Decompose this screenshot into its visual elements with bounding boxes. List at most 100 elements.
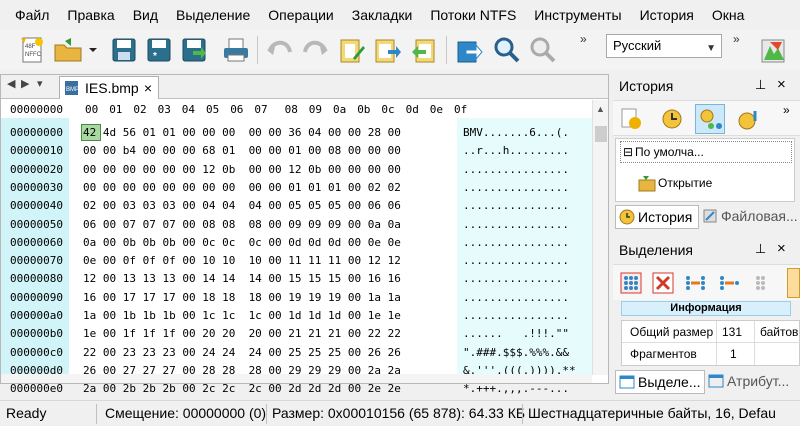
tab-scroll-left-icon[interactable]: ◀ xyxy=(7,77,15,90)
delete-selection-icon[interactable] xyxy=(651,271,675,295)
scroll-up-icon[interactable]: ▲ xyxy=(596,104,605,114)
hex-row[interactable]: 00000050 06 00 07 07 07 00 08 08 08 00 09… xyxy=(1,216,592,233)
column-header: 00000000 00 01 02 03 04 05 06 07 08 09 0a 0b 0c 0d 0e 0… xyxy=(1,100,608,118)
map-button[interactable] xyxy=(758,33,790,67)
tab-ies-bmp[interactable]: BMP IES.bmp × xyxy=(59,76,159,99)
history-tree-root-label: По умолча... xyxy=(635,145,704,159)
hex-row[interactable]: 00000030 00 00 00 00 00 00 00 00 00 00 01… xyxy=(1,179,592,196)
new-file-icon: 48F NFFC xyxy=(21,37,43,63)
paste-button[interactable] xyxy=(372,33,404,67)
row-ascii: ................ xyxy=(463,180,569,194)
history-tree-toggle[interactable] xyxy=(695,104,725,134)
status-separator xyxy=(96,404,97,424)
history-tree-item[interactable]: Открытие xyxy=(638,173,712,193)
row-ascii: ".###.$$$.%%%.&& xyxy=(463,345,569,359)
tab-selections[interactable]: Выделе... xyxy=(615,370,705,394)
print-button[interactable] xyxy=(220,33,252,67)
redo-icon xyxy=(303,40,328,55)
menu-windows[interactable]: Окна xyxy=(703,0,754,30)
hex-row[interactable]: 000000c0 22 00 23 23 23 00 24 24 24 00 25… xyxy=(1,344,592,361)
tab-label: IES.bmp xyxy=(85,80,139,96)
menu-operations[interactable]: Операции xyxy=(259,0,343,30)
selection-merge-icon[interactable] xyxy=(717,271,743,295)
row-ascii: ................ xyxy=(463,235,569,249)
selection-move-icon[interactable] xyxy=(683,271,709,295)
menu-view[interactable]: Вид xyxy=(124,0,167,30)
hex-row[interactable]: 00000080 12 00 13 13 13 00 14 14 14 00 15… xyxy=(1,270,592,287)
menu-edit[interactable]: Правка xyxy=(58,0,123,30)
column-label: 0b xyxy=(357,103,371,116)
pin-icon[interactable]: ⊥ xyxy=(755,241,766,257)
redo-button[interactable] xyxy=(299,33,331,67)
tab-file-view[interactable]: Файловая... xyxy=(699,205,799,229)
hex-row[interactable]: 00000040 02 00 03 03 03 00 04 04 04 00 05… xyxy=(1,197,592,214)
close-tab-icon[interactable]: × xyxy=(144,77,152,99)
open-file-button[interactable] xyxy=(52,33,84,67)
paste-icon xyxy=(375,39,401,63)
column-label: 00 xyxy=(85,103,99,116)
tab-attributes[interactable]: Атрибут... xyxy=(705,370,800,394)
hex-row[interactable]: 00000000 42 4d 56 01 01 00 00 00 00 00 36… xyxy=(1,124,592,141)
pin-icon[interactable]: ⊥ xyxy=(755,77,766,93)
scrollbar-thumb[interactable] xyxy=(595,126,607,142)
export-button[interactable] xyxy=(454,33,486,67)
menu-selection[interactable]: Выделение xyxy=(167,0,259,30)
history-toolbar-overflow-icon[interactable]: » xyxy=(783,103,790,117)
edit-clipboard-button[interactable] xyxy=(336,33,368,67)
tab-scroll-right-icon[interactable]: ▶ xyxy=(21,77,29,90)
menu-tools[interactable]: Инструменты xyxy=(525,0,630,30)
toolbar-overflow-icon-2[interactable]: » xyxy=(733,32,740,46)
copy-to-button[interactable] xyxy=(408,33,440,67)
history-tree-root[interactable]: ⊟ По умолча... xyxy=(620,141,792,163)
undo-button[interactable] xyxy=(264,33,296,67)
language-select[interactable]: Русский ▼ xyxy=(606,34,722,58)
save-all-button[interactable]: * xyxy=(143,33,175,67)
selection-panel: Выделения ⊥ × Информация Общий размер 13… xyxy=(613,238,800,396)
row-offset: 000000b0 xyxy=(10,327,63,341)
toolbar-overflow-icon[interactable]: » xyxy=(580,32,587,46)
history-doc-icon[interactable] xyxy=(619,107,643,131)
hex-row[interactable]: 00000070 0e 00 0f 0f 0f 00 10 10 10 00 11… xyxy=(1,252,592,269)
history-branch-icon[interactable] xyxy=(737,107,761,131)
row-hex-bytes: 02 00 03 03 03 00 04 04 04 00 05 05 05 0… xyxy=(83,199,401,213)
vertical-scrollbar[interactable]: ▲ xyxy=(592,100,608,375)
menu-ntfs-streams[interactable]: Потоки NTFS xyxy=(421,0,525,30)
open-dropdown-button[interactable] xyxy=(86,33,100,67)
hex-row[interactable]: 00000060 0a 00 0b 0b 0b 00 0c 0c 0c 00 0d… xyxy=(1,234,592,251)
horizontal-scrollbar[interactable] xyxy=(1,374,592,383)
menu-file[interactable]: Файл xyxy=(6,0,58,30)
history-panel-title: История xyxy=(619,78,674,94)
tab-history[interactable]: История xyxy=(615,205,699,229)
find-replace-button[interactable] xyxy=(527,33,559,67)
column-label: 05 xyxy=(206,103,220,116)
save-button[interactable] xyxy=(108,33,140,67)
status-offset: Смещение: 00000000 (0) xyxy=(105,405,267,421)
hex-row[interactable]: 00000010 00 00 b4 00 00 00 68 01 00 00 01… xyxy=(1,142,592,159)
close-panel-icon[interactable]: × xyxy=(777,240,786,257)
select-grid-icon[interactable] xyxy=(619,271,643,295)
row-hex-bytes: 1e 00 1f 1f 1f 00 20 20 20 00 21 21 21 0… xyxy=(83,327,401,341)
menu-bookmarks[interactable]: Закладки xyxy=(343,0,422,30)
info-value: 1 xyxy=(730,347,737,361)
save-as-button[interactable] xyxy=(178,33,210,67)
hex-row[interactable]: 00000090 16 00 17 17 17 00 18 18 18 00 19… xyxy=(1,289,592,306)
history-tree-icon xyxy=(700,109,722,129)
history-clock-icon[interactable] xyxy=(660,107,684,131)
hex-row[interactable]: 000000b0 1e 00 1f 1f 1f 00 20 20 20 00 21… xyxy=(1,325,592,342)
info-row: Общий размер 131 байтов xyxy=(622,321,800,365)
row-offset: 000000a0 xyxy=(10,309,63,322)
selection-extra-button[interactable] xyxy=(787,268,800,298)
find-button[interactable] xyxy=(491,33,523,67)
row-hex-bytes: 12 00 13 13 13 00 14 14 14 00 15 15 15 0… xyxy=(83,272,401,286)
hex-row[interactable]: 00000020 00 00 00 00 00 00 12 0b 00 00 12… xyxy=(1,161,592,178)
row-hex-bytes: 00 00 b4 00 00 00 68 01 00 00 01 00 08 0… xyxy=(83,144,401,158)
selection-disabled-icon[interactable] xyxy=(751,271,775,295)
column-label: 0d xyxy=(405,103,419,116)
hex-row[interactable]: 000000a0 1a 00 1b 1b 1b 00 1c 1c 1c 00 1d… xyxy=(1,307,592,324)
tab-list-icon[interactable]: ▾ xyxy=(37,77,43,90)
new-file-button[interactable]: 48F NFFC xyxy=(16,33,48,67)
menu-history[interactable]: История xyxy=(631,0,703,30)
close-panel-icon[interactable]: × xyxy=(777,76,786,93)
menu-bar: Файл Правка Вид Выделение Операции Закла… xyxy=(0,0,800,30)
clock-icon xyxy=(619,209,635,225)
